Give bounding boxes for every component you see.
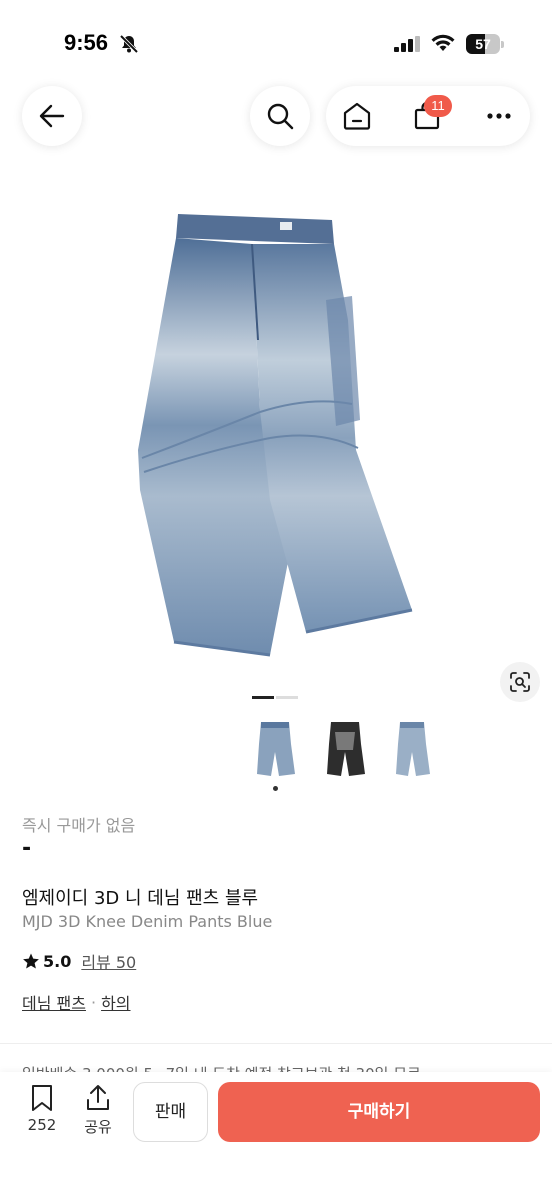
home-icon[interactable] bbox=[342, 101, 372, 131]
bookmark-count: 252 bbox=[27, 1116, 57, 1134]
star-icon bbox=[23, 953, 39, 969]
more-icon[interactable] bbox=[486, 112, 512, 120]
battery-indicator: 57 bbox=[466, 34, 504, 54]
category-link-denim-pants[interactable]: 데님 팬츠 bbox=[22, 990, 86, 1014]
status-bar: 9:56 57 bbox=[0, 0, 552, 90]
back-button[interactable] bbox=[22, 86, 82, 146]
battery-percent: 57 bbox=[475, 36, 491, 52]
status-time: 9:56 bbox=[64, 30, 109, 55]
nav-action-group bbox=[326, 86, 530, 146]
cellular-signal-icon bbox=[394, 36, 420, 52]
search-button[interactable] bbox=[250, 86, 310, 146]
gallery-pager-active bbox=[252, 696, 274, 699]
product-image[interactable] bbox=[120, 200, 432, 670]
category-separator: · bbox=[90, 992, 97, 1012]
instant-buy-label: 즉시 구매가 없음 bbox=[22, 816, 136, 835]
thumbnail-2[interactable] bbox=[323, 718, 367, 778]
rating-value: 5.0 bbox=[43, 951, 72, 971]
share-icon bbox=[87, 1085, 109, 1110]
search-icon bbox=[267, 103, 294, 130]
category-link-bottoms[interactable]: 하의 bbox=[101, 990, 130, 1014]
cart-count-badge: 11 bbox=[424, 95, 452, 117]
share-button[interactable]: 공유 bbox=[78, 1084, 118, 1137]
lens-scan-icon bbox=[510, 672, 530, 692]
wifi-icon bbox=[431, 34, 455, 51]
gallery-pager-track bbox=[276, 696, 298, 699]
image-search-button[interactable] bbox=[500, 662, 540, 702]
rating-row: 5.0 리뷰 50 bbox=[22, 950, 136, 972]
category-breadcrumb: 데님 팬츠 · 하의 bbox=[22, 990, 131, 1014]
buy-button[interactable]: 구매하기 bbox=[218, 1082, 540, 1142]
share-label: 공유 bbox=[84, 1118, 112, 1136]
sell-button[interactable]: 판매 bbox=[133, 1082, 208, 1142]
thumbnail-selected-indicator bbox=[273, 786, 278, 791]
thumbnail-1[interactable] bbox=[253, 718, 297, 778]
price: - bbox=[22, 836, 32, 861]
bookmark-icon bbox=[32, 1085, 52, 1111]
product-title-korean: 엠제이디 3D 니 데님 팬츠 블루 bbox=[22, 888, 259, 909]
review-link[interactable]: 리뷰 50 bbox=[81, 949, 136, 973]
bell-muted-icon bbox=[119, 34, 139, 54]
arrow-left-icon bbox=[39, 104, 65, 128]
product-title-english: MJD 3D Knee Denim Pants Blue bbox=[22, 912, 273, 931]
divider bbox=[0, 1043, 552, 1044]
thumbnail-3[interactable] bbox=[390, 718, 434, 778]
bookmark-button[interactable]: 252 bbox=[22, 1084, 62, 1134]
